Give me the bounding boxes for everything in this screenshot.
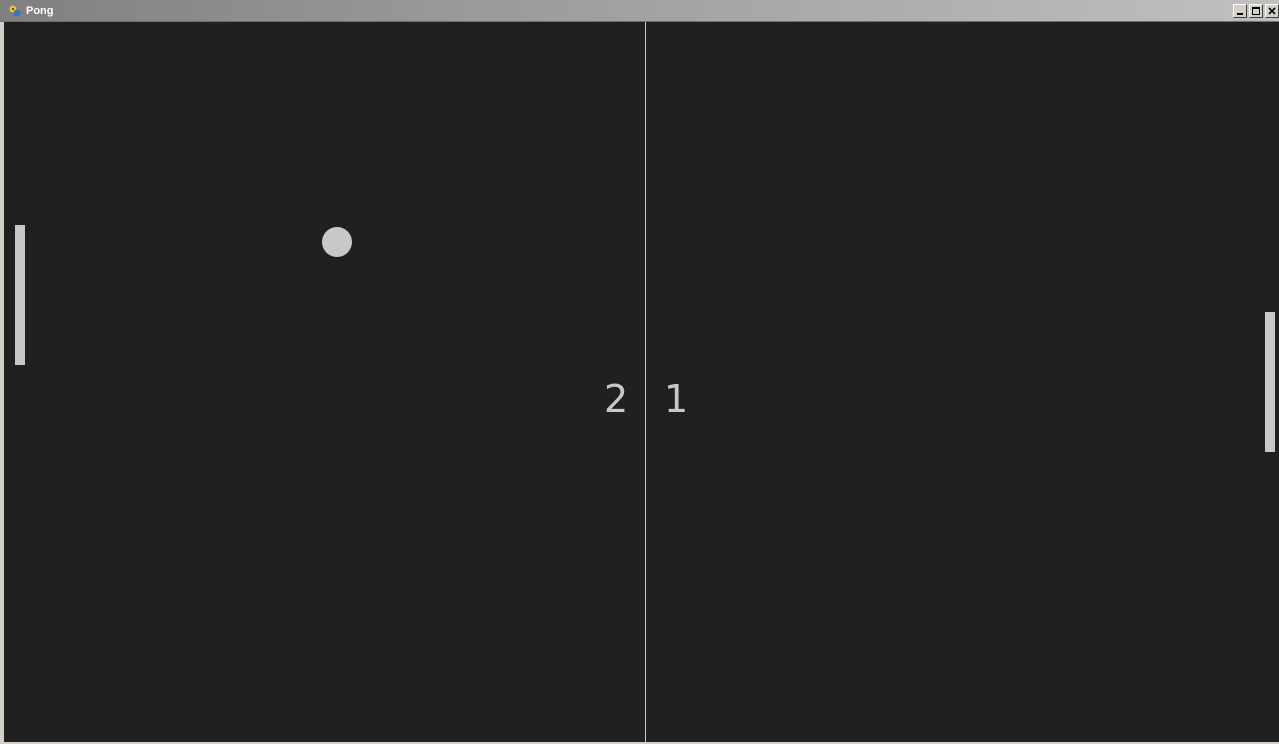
window-title: Pong (26, 5, 54, 17)
close-button[interactable] (1265, 4, 1279, 18)
center-net-line (645, 22, 646, 742)
ball (322, 227, 352, 257)
window-controls (1233, 4, 1279, 18)
maximize-button[interactable] (1249, 4, 1263, 18)
right-paddle (1265, 312, 1275, 452)
game-window: Pong 2 1 (0, 0, 1279, 744)
left-player-score: 2 (604, 377, 629, 421)
game-canvas[interactable]: 2 1 (4, 22, 1279, 742)
left-paddle (15, 225, 25, 365)
minimize-button[interactable] (1233, 4, 1247, 18)
title-bar[interactable]: Pong (0, 0, 1279, 22)
right-player-score: 1 (664, 377, 689, 421)
pygame-snake-icon (8, 4, 22, 18)
